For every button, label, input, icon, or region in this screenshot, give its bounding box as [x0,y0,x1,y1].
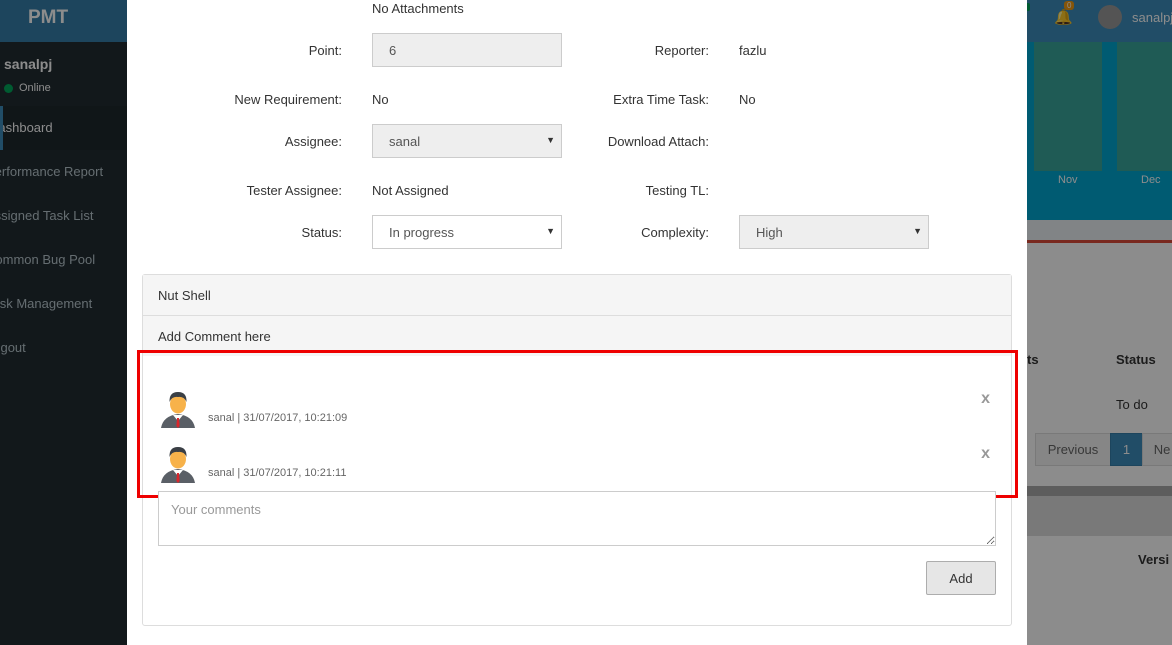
status-select[interactable]: In progress ▼ [372,215,562,249]
testing-tl-label: Testing TL: [645,183,709,198]
attachments-value: No Attachments [372,1,464,16]
task-detail-modal: No Attachments Point: 6 Reporter: fazlu … [127,0,1027,645]
add-comment-button[interactable]: Add [926,561,996,595]
reporter-value: fazlu [739,43,767,58]
complexity-label: Complexity: [641,225,709,240]
caret-down-icon: ▼ [546,226,555,236]
assignee-selected: sanal [389,134,421,149]
highlight-box [137,350,1018,498]
extra-time-label: Extra Time Task: [613,92,709,107]
tester-assignee-value: Not Assigned [372,183,449,198]
tester-assignee-label: Tester Assignee: [246,183,342,198]
assignee-label: Assignee: [284,134,342,149]
caret-down-icon: ▼ [546,135,555,145]
complexity-select[interactable]: High ▼ [739,215,929,249]
extra-time-value: No [739,92,756,107]
new-requirement-label: New Requirement: [234,92,342,107]
comment-input[interactable] [158,491,996,546]
status-selected: In progress [389,225,455,240]
assignee-select[interactable]: sanal ▼ [372,124,562,158]
status-label: Status: [301,225,342,240]
new-requirement-value: No [372,92,389,107]
panel-title: Nut Shell [143,275,1011,316]
reporter-label: Reporter: [654,43,709,58]
download-attach-label: Download Attach: [607,134,709,149]
complexity-selected: High [756,225,783,240]
point-input[interactable]: 6 [372,33,562,67]
point-label: Point: [308,43,342,58]
caret-down-icon: ▼ [913,226,922,236]
